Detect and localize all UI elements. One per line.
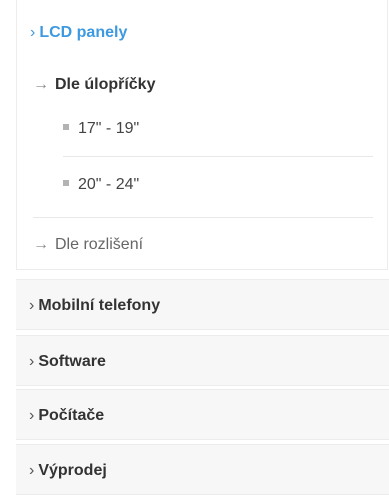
divider — [33, 217, 373, 218]
arrow-right-icon: → — [33, 236, 49, 253]
subcategory-item-label: 20" - 24" — [78, 176, 140, 193]
bullet-square-icon — [63, 123, 69, 130]
chevron-right-icon: › — [30, 24, 36, 41]
category-label-wrap: › Výprodej — [29, 462, 107, 480]
subcategory-label: Dle rozlišení — [55, 236, 144, 253]
category-vyprodej[interactable]: › Výprodej — [16, 444, 389, 495]
category-label: Mobilní telefony — [38, 297, 161, 314]
subcategory-dle-uhlopricky[interactable]: → Dle úlopříčky — [33, 76, 155, 94]
chevron-right-icon: › — [29, 407, 35, 424]
category-label-wrap: › Software — [29, 353, 106, 371]
category-label: Software — [38, 353, 106, 370]
arrow-right-icon: → — [33, 76, 49, 93]
category-menu: › LCD panely → Dle úlopříčky 17" - 19" 20"… — [16, 0, 389, 495]
category-label: LCD panely — [39, 24, 128, 41]
chevron-right-icon: › — [29, 297, 35, 314]
category-label: Výprodej — [38, 462, 107, 479]
category-label-wrap: › Počítače — [29, 407, 104, 425]
category-label: Počítače — [38, 407, 105, 424]
active-category-panel: › LCD panely → Dle úlopříčky 17" - 19" 20"… — [16, 0, 388, 270]
chevron-right-icon: › — [29, 353, 35, 370]
subcategory-label: Dle úlopříčky — [55, 76, 156, 93]
category-label-wrap: › Mobilní telefony — [29, 297, 160, 315]
subcategory-item-label: 17" - 19" — [78, 120, 140, 137]
category-software[interactable]: › Software — [16, 335, 389, 386]
subcategory-item-20-24[interactable]: 20" - 24" — [63, 176, 139, 194]
bullet-square-icon — [63, 179, 69, 186]
category-lcd-panely-link[interactable]: › LCD panely — [30, 24, 127, 42]
chevron-right-icon: › — [29, 462, 35, 479]
category-pocitace[interactable]: › Počítače — [16, 389, 389, 440]
category-mobilni-telefony[interactable]: › Mobilní telefony — [16, 279, 389, 330]
divider — [63, 156, 373, 157]
subcategory-dle-rozliseni[interactable]: → Dle rozlišení — [33, 236, 143, 254]
subcategory-item-17-19[interactable]: 17" - 19" — [63, 120, 139, 138]
